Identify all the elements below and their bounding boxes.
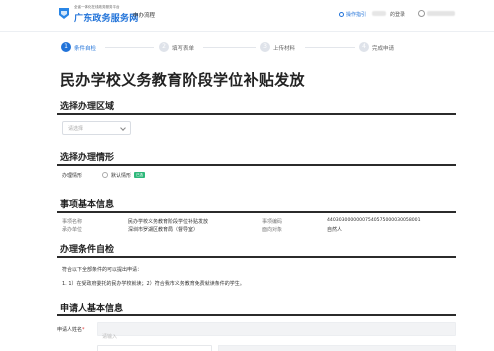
info-value-name: 民办学校义务教育阶段学位补贴发放 (128, 219, 209, 225)
region-select[interactable]: 请选择 (62, 121, 131, 135)
applicant-name-label-text: 申请人姓名 (57, 327, 83, 333)
brand-subtitle: 全省一体化在线政务服务平台 (74, 5, 120, 9)
section-title-situation: 选择办理情形 (60, 153, 115, 163)
conditions-intro: 符合以下全部条件的可以提出申请： (62, 267, 143, 273)
section-divider (57, 164, 456, 166)
blurred-username[interactable] (427, 11, 455, 16)
step-label: 上传材料 (273, 46, 296, 52)
section-title-applicant: 申请人基本信息 (60, 304, 124, 314)
step-number: 2 (159, 42, 169, 52)
header-tab-process[interactable]: 申办流程 (133, 11, 155, 19)
section-divider (57, 113, 456, 115)
situation-option-label[interactable]: 默认情形 (111, 172, 131, 179)
step-label: 填写表单 (172, 46, 195, 52)
situation-radio[interactable] (102, 172, 108, 178)
section-divider (57, 256, 456, 258)
step-label: 条件自检 (74, 46, 97, 52)
section-title-basic-info: 事项基本信息 (60, 200, 115, 210)
section-divider (57, 314, 456, 316)
info-label-name: 事项名称 (62, 219, 83, 225)
section-divider (57, 211, 456, 213)
applicant-name-label: 申请人姓名* (57, 326, 85, 333)
situation-label: 办理情形 (62, 173, 83, 179)
next-field-left[interactable] (97, 345, 212, 351)
info-value-target: 自然人 (327, 227, 343, 233)
section-title-region: 选择办理区域 (60, 102, 115, 112)
operation-guide-link[interactable]: 操作指引 (339, 11, 366, 18)
progress-steps: 1 条件自检 2 填写表单 3 上传材料 4 完成申请 (57, 40, 457, 56)
applicant-name-field[interactable] (97, 322, 456, 343)
login-link[interactable]: 的登录 (390, 11, 405, 18)
step-number: 3 (260, 42, 270, 52)
step-label: 完成申请 (372, 46, 395, 52)
info-label-code: 事项编码 (262, 219, 283, 225)
guide-icon (339, 12, 344, 17)
user-icon[interactable] (418, 10, 425, 17)
step-divider (105, 47, 154, 48)
selected-badge: 已选 (134, 172, 145, 178)
page-title: 民办学校义务教育阶段学位补贴发放 (60, 71, 305, 89)
gd-logo-icon (59, 8, 69, 19)
guide-label: 操作指引 (346, 12, 367, 18)
info-label-unit: 承办单位 (62, 227, 83, 233)
step-number: 1 (61, 42, 71, 52)
next-field-right[interactable] (218, 345, 456, 351)
top-header: 全省一体化在线政务服务平台 广东政务服务网 申办流程 操作指引 的登录 (0, 0, 494, 32)
step-divider (203, 47, 256, 48)
condition-item: 1. 1）在受政府委托的民办学校就读；2）符合我市义务教育免费就读条件的学生。 (62, 281, 245, 287)
info-value-unit: 深圳市罗湖区教育局（督导室） (128, 227, 199, 233)
chevron-down-icon (120, 125, 126, 131)
step-number: 4 (359, 42, 369, 52)
blurred-text (372, 11, 386, 16)
section-title-conditions: 办理条件自检 (60, 245, 115, 255)
info-label-target: 面向对象 (262, 227, 283, 233)
brand-title[interactable]: 广东政务服务网 (74, 11, 138, 24)
required-mark: * (82, 327, 85, 333)
region-select-placeholder: 请选择 (68, 126, 84, 132)
applicant-name-input[interactable] (98, 331, 455, 343)
info-value-code: 44030300000007540575000030058001 (327, 218, 421, 223)
step-divider (305, 47, 355, 48)
